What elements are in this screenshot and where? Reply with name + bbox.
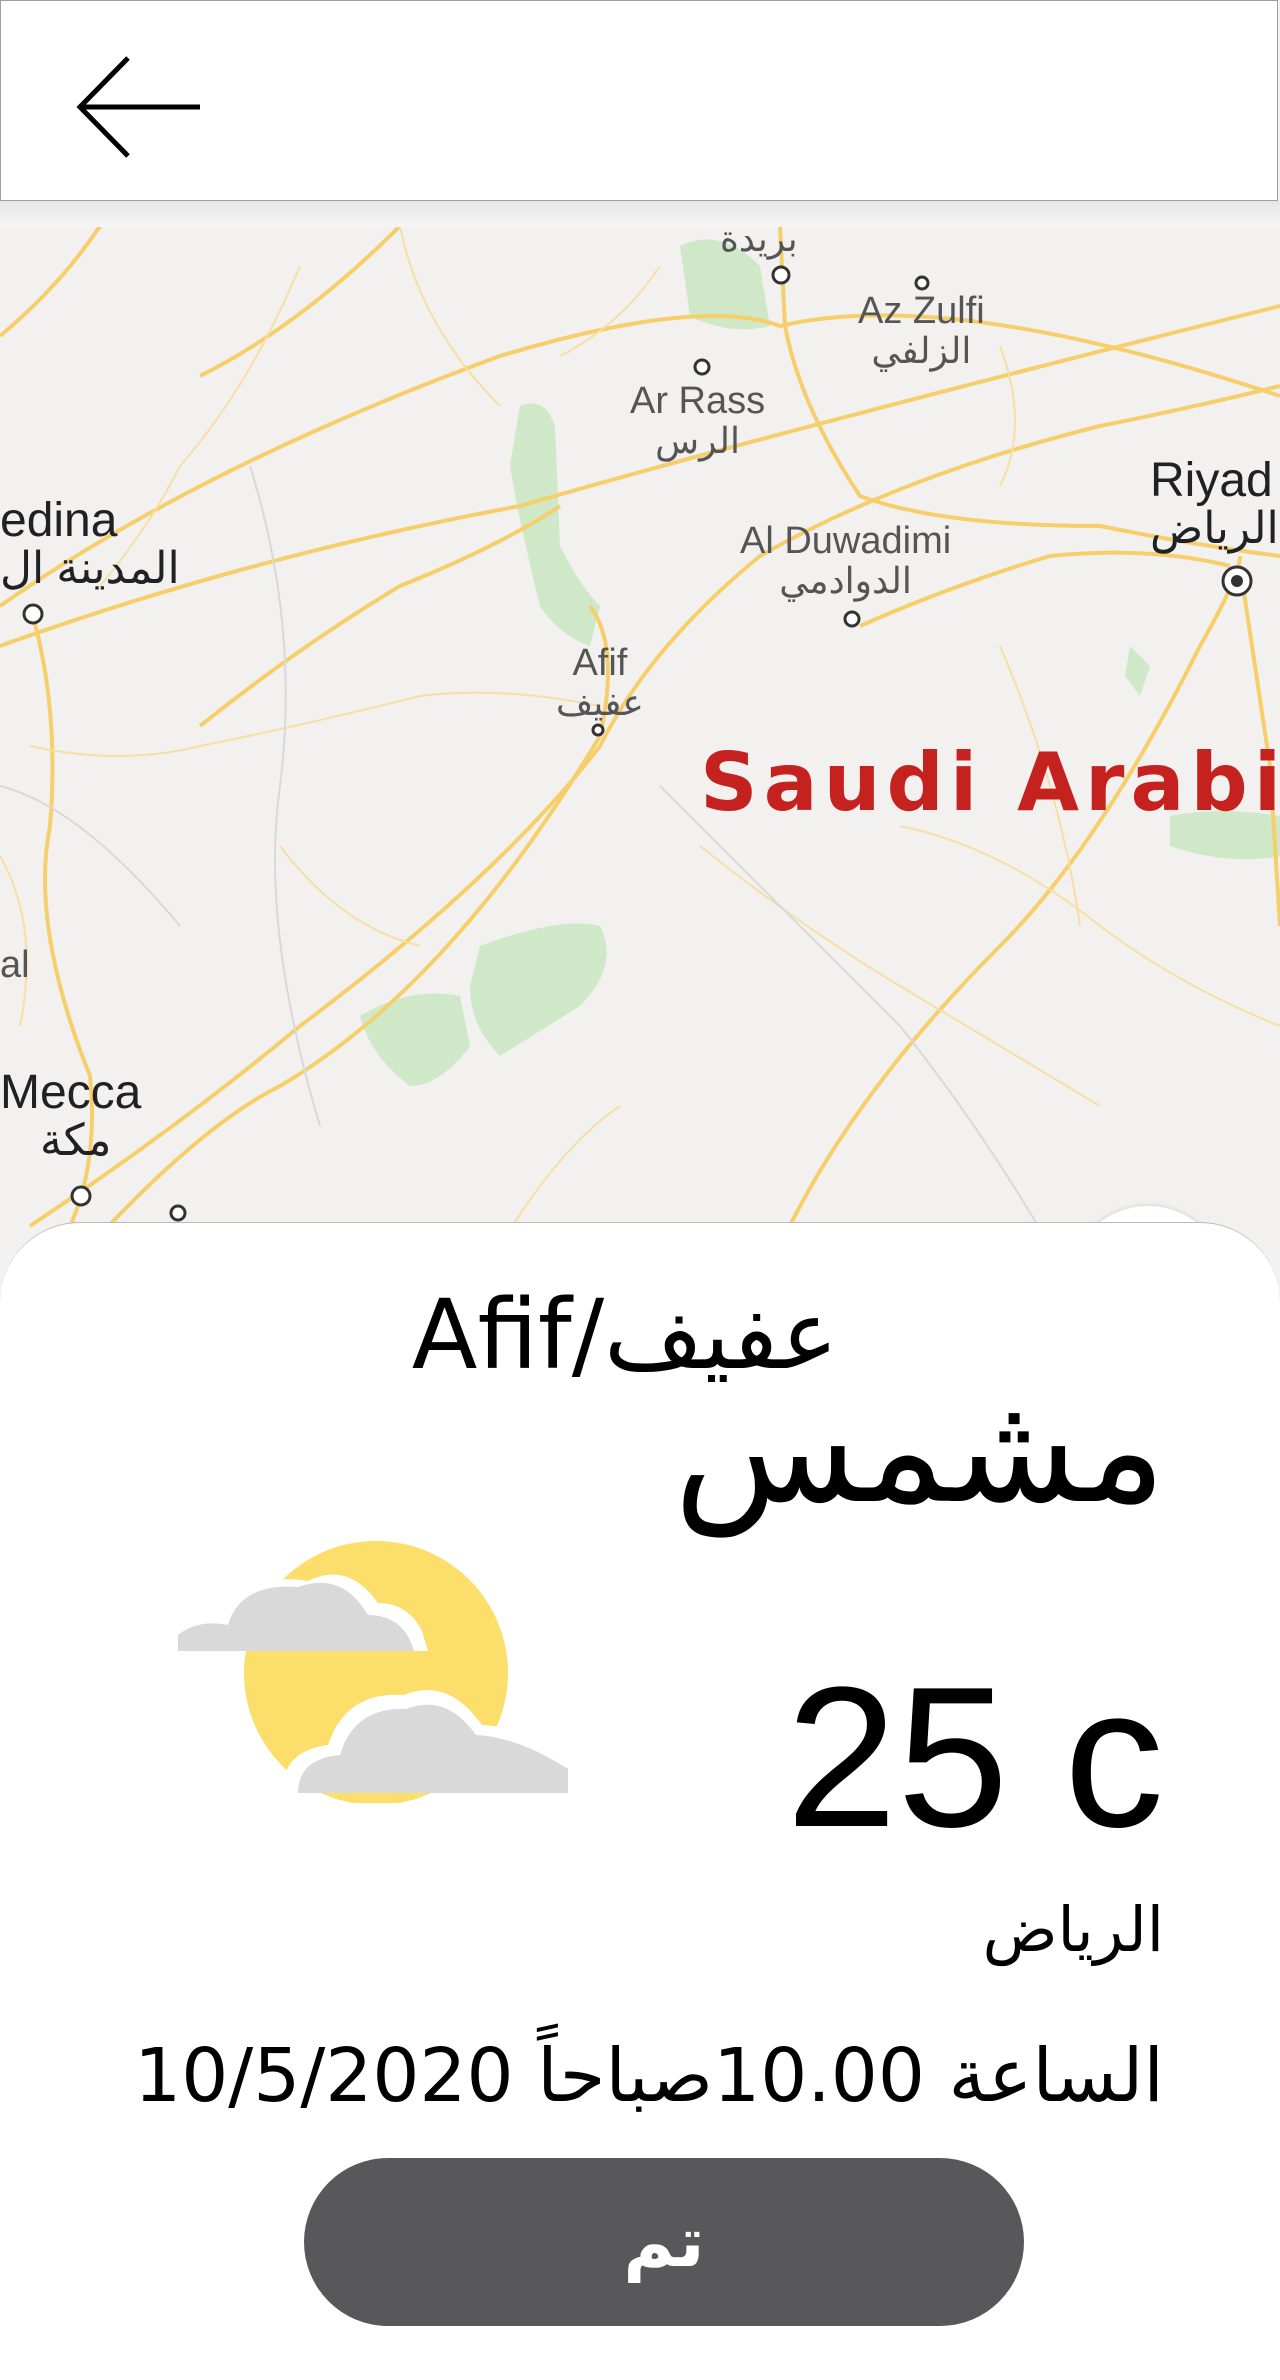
date-time: الساعة 10.00صباحاً 10/5/2020 bbox=[134, 2033, 1164, 2119]
map-city-medina[interactable]: edina المدينة ال bbox=[0, 495, 180, 593]
weather-sheet: Afif/عفيف مشمس 25 c الرياض الساعة 10.00ص… bbox=[0, 1222, 1280, 2380]
map-view[interactable]: بريدة Az Zulfi الزلفي Ar Rass الرس Riyad… bbox=[0, 220, 1280, 1366]
map-top-shadow bbox=[0, 201, 1280, 227]
map-city-az-zulfi[interactable]: Az Zulfi الزلفي bbox=[858, 291, 985, 370]
map-city-riyadh[interactable]: Riyad الرياض bbox=[1150, 455, 1279, 553]
map-city-afif[interactable]: Afif عفيف bbox=[556, 643, 644, 722]
map-city-al-duwadimi[interactable]: Al Duwadimi الدوادمي bbox=[740, 521, 951, 600]
map-city-edge-label: al bbox=[0, 944, 30, 986]
sun-behind-clouds-icon bbox=[178, 1541, 568, 1803]
top-app-bar bbox=[0, 0, 1278, 201]
map-city-ar-rass[interactable]: Ar Rass الرس bbox=[630, 381, 765, 460]
done-button[interactable]: تم bbox=[304, 2158, 1024, 2326]
temperature-value: 25 c bbox=[785, 1646, 1164, 1869]
city-name: الرياض bbox=[982, 1893, 1164, 1966]
weather-detail-screen: بريدة Az Zulfi الزلفي Ar Rass الرس Riyad… bbox=[0, 0, 1280, 2380]
map-city-mecca[interactable]: Mecca مكة bbox=[0, 1067, 141, 1165]
map-country-label: Saudi Arabia bbox=[700, 736, 1280, 829]
arrow-left-icon bbox=[76, 56, 200, 158]
weather-condition: مشمس bbox=[673, 1363, 1166, 1537]
back-button[interactable] bbox=[61, 41, 221, 173]
